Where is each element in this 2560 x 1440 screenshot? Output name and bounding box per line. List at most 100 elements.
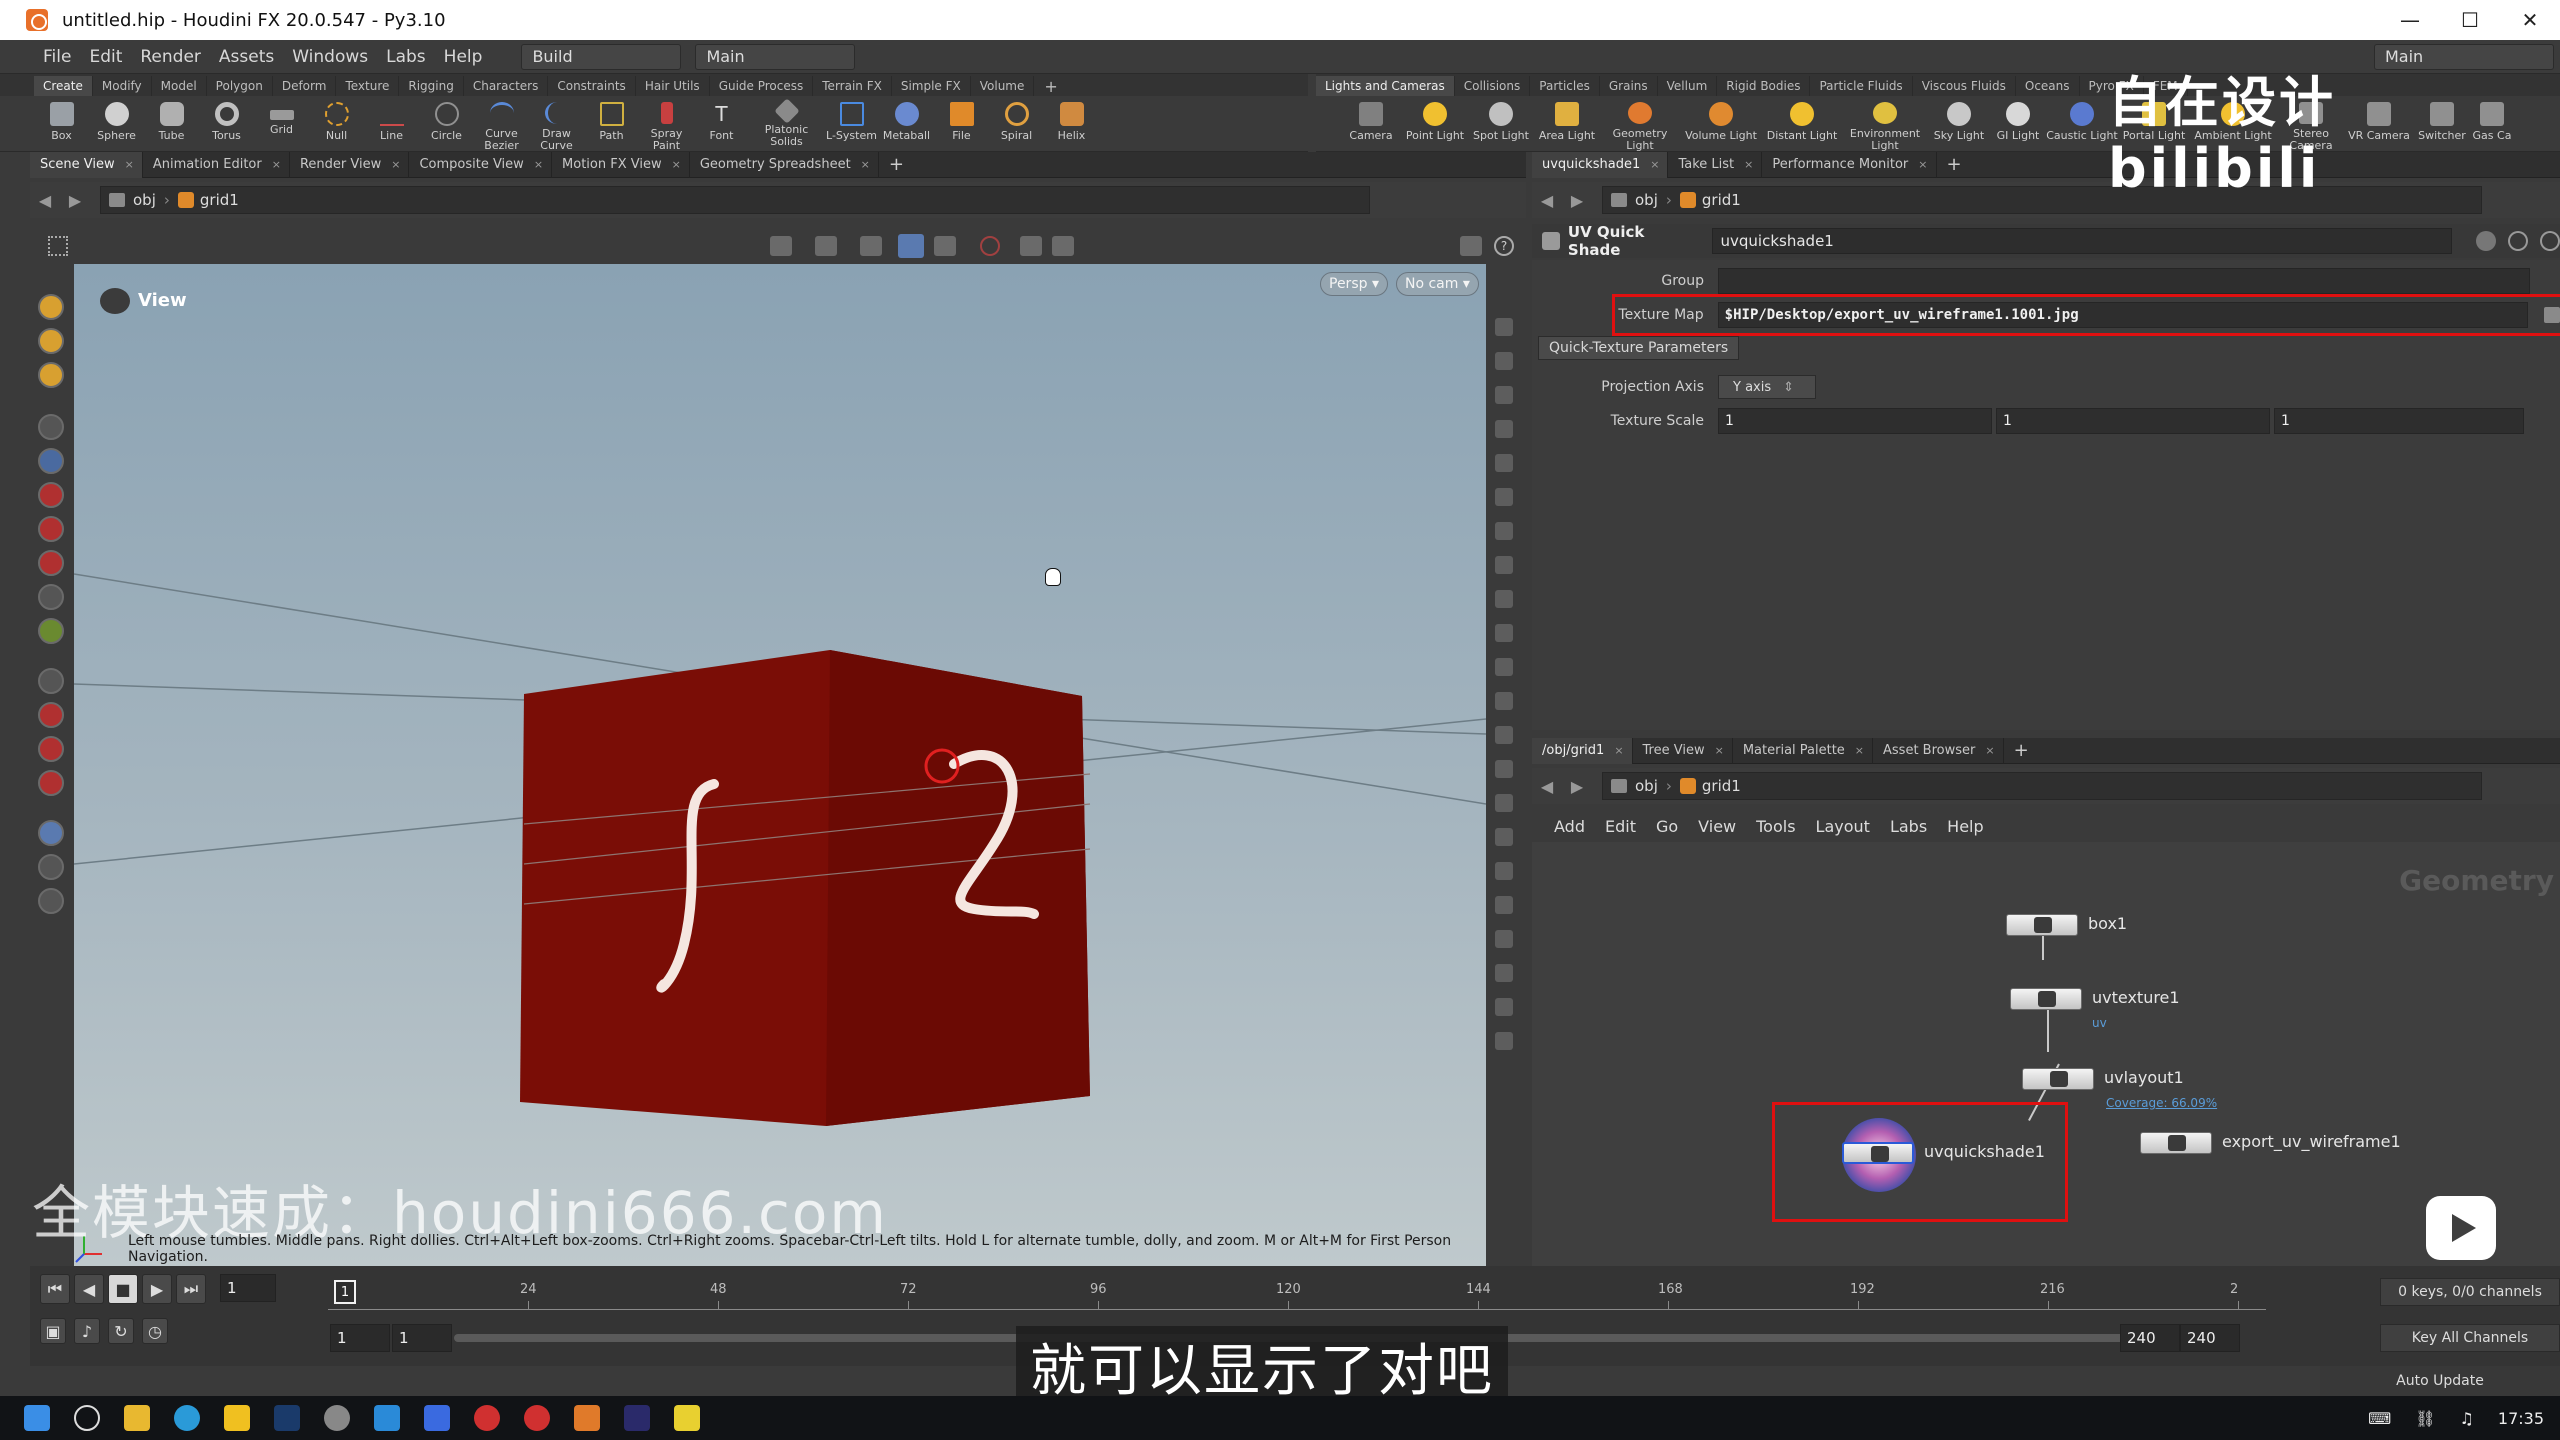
tool-spray-paint[interactable]: Spray Paint bbox=[639, 96, 694, 152]
shelf-tab-texture[interactable]: Texture bbox=[336, 76, 400, 96]
uv-display-icon[interactable] bbox=[1495, 828, 1513, 846]
point-display-icon[interactable] bbox=[1495, 658, 1513, 676]
stop-button[interactable]: ■ bbox=[108, 1274, 138, 1304]
photoshop-icon[interactable] bbox=[274, 1405, 300, 1431]
tab-composite-view[interactable]: Composite View × bbox=[409, 151, 553, 178]
menu-labs[interactable]: Labs bbox=[377, 47, 435, 67]
network-menu-labs[interactable]: Labs bbox=[1880, 817, 1937, 836]
keyboard-icon[interactable]: ⌨ bbox=[2368, 1409, 2391, 1428]
close-tab-icon[interactable]: × bbox=[1985, 744, 1994, 757]
tool-distant-light[interactable]: Distant Light bbox=[1762, 96, 1842, 152]
shelf-tab-guide-process[interactable]: Guide Process bbox=[710, 76, 814, 96]
tool-environment-light[interactable]: Environment Light bbox=[1842, 96, 1928, 152]
close-tab-icon[interactable]: × bbox=[1744, 158, 1753, 171]
flipbook-icon[interactable] bbox=[1052, 236, 1074, 256]
menu-windows[interactable]: Windows bbox=[283, 47, 377, 67]
node-box1[interactable] bbox=[2006, 914, 2078, 936]
audio-icon[interactable]: ♪ bbox=[74, 1318, 100, 1344]
lock-icon[interactable] bbox=[38, 448, 64, 474]
main-desktop-selector[interactable]: Main bbox=[695, 43, 856, 70]
shelf-tab-terrain-fx[interactable]: Terrain FX bbox=[813, 76, 892, 96]
back-arrow-icon[interactable]: ◀ bbox=[1532, 777, 1562, 796]
close-tab-icon[interactable]: × bbox=[1715, 744, 1724, 757]
shelf-tab-lights-and-cameras[interactable]: Lights and Cameras bbox=[1316, 76, 1455, 96]
scale-tool-icon[interactable] bbox=[38, 550, 64, 576]
guides-icon[interactable] bbox=[1495, 590, 1513, 608]
shelf-tab-oceans[interactable]: Oceans bbox=[2016, 76, 2080, 96]
range-start-field[interactable]: 1 bbox=[330, 1324, 390, 1352]
tool-file[interactable]: File bbox=[934, 96, 989, 152]
safe-area-icon[interactable] bbox=[1495, 896, 1513, 914]
scene-path-field[interactable]: obj › grid1 bbox=[100, 186, 1370, 214]
messenger-icon[interactable] bbox=[424, 1405, 450, 1431]
tab-motion-fx-view[interactable]: Motion FX View × bbox=[552, 151, 690, 178]
tool-draw-curve[interactable]: Draw Curve bbox=[529, 96, 584, 152]
tab-take-list[interactable]: Take List × bbox=[1668, 151, 1763, 178]
shelf-tab-hair-utils[interactable]: Hair Utils bbox=[636, 76, 710, 96]
show-points-icon[interactable] bbox=[1495, 420, 1513, 438]
tool-font[interactable]: T Font bbox=[694, 96, 749, 152]
grid-toggle-icon[interactable] bbox=[1495, 624, 1513, 642]
edge-browser-icon[interactable] bbox=[174, 1405, 200, 1431]
realtime-toggle-icon[interactable]: ▣ bbox=[40, 1318, 66, 1344]
shelf-tab-vellum[interactable]: Vellum bbox=[1658, 76, 1718, 96]
tool-spiral[interactable]: Spiral bbox=[989, 96, 1044, 152]
network-menu-view[interactable]: View bbox=[1688, 817, 1746, 836]
close-tab-icon[interactable]: × bbox=[272, 158, 281, 171]
close-tab-icon[interactable]: × bbox=[125, 158, 134, 171]
tab-asset-browser[interactable]: Asset Browser × bbox=[1873, 737, 2004, 764]
texture-scale-y[interactable]: 1 bbox=[1996, 408, 2270, 434]
tab-material-palette[interactable]: Material Palette × bbox=[1733, 737, 1874, 764]
build-desktop-selector[interactable]: Build bbox=[521, 43, 682, 70]
key-all-channels-button[interactable]: Key All Channels bbox=[2380, 1324, 2560, 1352]
tool-sky-light[interactable]: Sky Light bbox=[1928, 96, 1990, 152]
add-shelf-tab-button[interactable]: + bbox=[1034, 77, 1067, 96]
rotate-tool-icon[interactable] bbox=[38, 516, 64, 542]
light-icon[interactable] bbox=[1495, 488, 1513, 506]
close-tab-icon[interactable]: × bbox=[534, 158, 543, 171]
add-pane-tab-button[interactable]: + bbox=[1937, 154, 1972, 175]
shelf-tab-model[interactable]: Model bbox=[152, 76, 207, 96]
shading-mode-icon[interactable] bbox=[898, 234, 924, 258]
tool-metaball[interactable]: Metaball bbox=[879, 96, 934, 152]
tab-scene-view[interactable]: Scene View × bbox=[30, 151, 143, 178]
maximize-button[interactable]: ☐ bbox=[2440, 0, 2500, 40]
viewport-layout-icon[interactable] bbox=[1460, 236, 1482, 256]
close-button[interactable]: ✕ bbox=[2500, 0, 2560, 40]
sticky-app-icon[interactable] bbox=[224, 1405, 250, 1431]
network-menu-go[interactable]: Go bbox=[1646, 817, 1688, 836]
pointer-tool-icon[interactable] bbox=[38, 414, 64, 440]
move-tool-icon[interactable] bbox=[38, 482, 64, 508]
collapse-toolbar-icon[interactable] bbox=[1495, 1032, 1513, 1050]
network-path-field[interactable]: obj › grid1 bbox=[1602, 772, 2482, 800]
play-forward-button[interactable]: ▶ bbox=[142, 1274, 172, 1304]
brush-tool-icon[interactable] bbox=[38, 702, 64, 728]
node-name-field[interactable]: uvquickshade1 bbox=[1711, 228, 2453, 254]
select-edges-icon[interactable] bbox=[38, 362, 64, 388]
tool-sphere[interactable]: Sphere bbox=[89, 96, 144, 152]
view-tool-icon[interactable] bbox=[38, 668, 64, 694]
shelf-tab-viscous-fluids[interactable]: Viscous Fluids bbox=[1913, 76, 2016, 96]
tab-uvquickshade1[interactable]: uvquickshade1 × bbox=[1532, 151, 1669, 178]
shelf-tab-constraints[interactable]: Constraints bbox=[548, 76, 636, 96]
shelf-tab-deform[interactable]: Deform bbox=[273, 76, 337, 96]
forward-arrow-icon[interactable]: ▶ bbox=[1562, 777, 1592, 796]
network-menu-help[interactable]: Help bbox=[1937, 817, 1993, 836]
tool-grid[interactable]: Grid bbox=[254, 96, 309, 152]
shelf-tab-particles[interactable]: Particles bbox=[1530, 76, 1600, 96]
jump-to-start-button[interactable]: ⏮ bbox=[40, 1274, 70, 1304]
range-start-field-2[interactable]: 1 bbox=[392, 1324, 452, 1352]
network-menu-add[interactable]: Add bbox=[1544, 817, 1595, 836]
network-editor[interactable]: Geometry box1 uvtexture1 uv uvlayout1 Co… bbox=[1532, 842, 2560, 1266]
file-explorer-icon[interactable] bbox=[124, 1405, 150, 1431]
close-tab-icon[interactable]: × bbox=[1614, 744, 1623, 757]
tool-volume-light[interactable]: Volume Light bbox=[1680, 96, 1762, 152]
clock-time[interactable]: 17:35 bbox=[2498, 1409, 2544, 1428]
tab-render-view[interactable]: Render View × bbox=[290, 151, 410, 178]
network-menu-tools[interactable]: Tools bbox=[1746, 817, 1805, 836]
magnet-tool-icon[interactable] bbox=[38, 736, 64, 762]
search-icon[interactable] bbox=[74, 1405, 100, 1431]
shelf-tab-modify[interactable]: Modify bbox=[93, 76, 152, 96]
align-icon[interactable] bbox=[860, 236, 882, 256]
tab-performance-monitor[interactable]: Performance Monitor × bbox=[1762, 151, 1937, 178]
